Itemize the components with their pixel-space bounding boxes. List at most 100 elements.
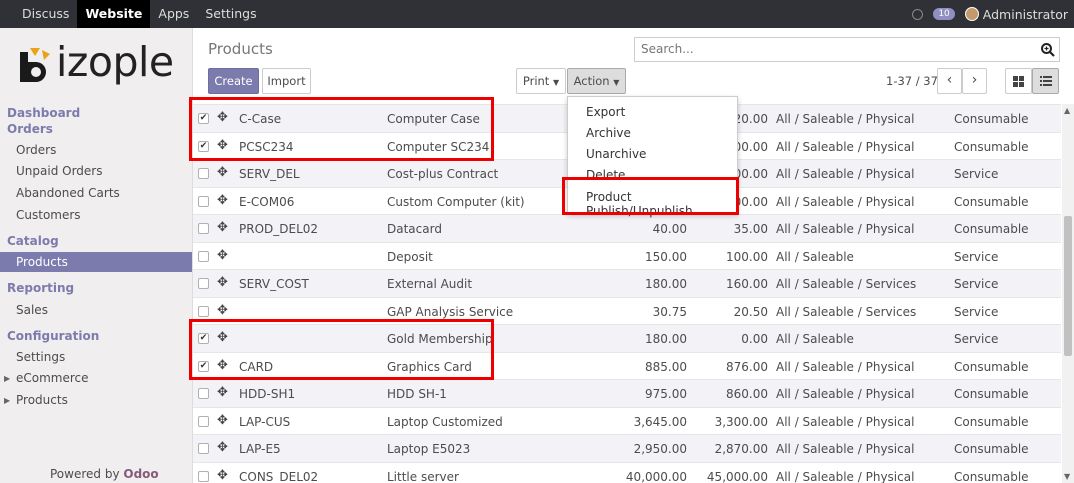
create-button[interactable]: Create [208,68,259,94]
action-menu-unarchive[interactable]: Unarchive [586,147,646,161]
row-checkbox[interactable] [198,470,209,482]
drag-handle-icon[interactable]: ✥ [217,220,228,235]
table-row[interactable]: ✥ Deposit 150.00 100.00 All / Saleable Servic… [193,241,1061,270]
sidebar-section-configuration[interactable]: Configuration [7,329,99,343]
scrollbar[interactable]: ▲ ▼ [1062,104,1074,483]
action-menu-archive[interactable]: Archive [586,126,631,140]
cell-category: All / Saleable / Physical [776,112,915,126]
search-icon[interactable] [1040,42,1055,57]
action-label: Action [573,74,610,88]
cell-category: All / Saleable / Physical [776,359,915,374]
sidebar-section-reporting[interactable]: Reporting [7,281,74,295]
cell-product-type: Service [954,249,999,264]
scroll-down-icon[interactable]: ▼ [1064,472,1070,481]
drag-handle-icon[interactable]: ✥ [217,440,228,455]
search-box [634,37,1060,62]
odoo-link[interactable]: Odoo [123,467,158,481]
drag-handle-icon[interactable]: ✥ [217,413,228,428]
cell-product-type: Consumable [954,222,1029,236]
table-row[interactable]: ✥ LAP-CUS Laptop Customized 3,645.00 3,300.0… [193,406,1061,435]
pager-value[interactable]: 1-37 / 37 [886,74,938,88]
row-checkbox[interactable] [198,443,209,454]
cell-product-type: Service [954,304,999,319]
search-input[interactable] [635,38,1015,60]
cell-name: Deposit [387,249,433,264]
powered-by-label: Powered by [50,467,120,481]
sidebar-item-settings[interactable]: Settings [16,350,65,364]
cell-sales-price: 3,645.00 [633,414,687,429]
row-checkbox[interactable] [198,195,209,207]
activity-clock-icon[interactable] [912,8,924,20]
row-checkbox[interactable] [198,415,209,427]
table-row[interactable]: ✥ LAP-E5 Laptop E5023 2,950.00 2,870.00 All /… [193,434,1061,462]
caret-down-icon: ▼ [613,78,620,87]
row-checkbox[interactable] [198,223,209,234]
kanban-view-button[interactable] [1005,68,1032,94]
drag-handle-icon[interactable]: ✥ [217,275,228,290]
scrollbar-thumb[interactable] [1064,216,1072,356]
chat-icon[interactable]: 10 [933,8,955,20]
sidebar-section-catalog[interactable]: Catalog [7,234,59,248]
drag-handle-icon[interactable]: ✥ [217,303,228,318]
app-menu: Discuss Website Apps Settings [14,0,265,28]
action-dropdown-button[interactable]: Action ▼ [567,68,626,94]
drag-handle-icon[interactable]: ✥ [217,193,228,208]
list-view-button[interactable] [1032,68,1059,94]
cell-cost: 876.00 [726,359,768,374]
cell-name: GAP Analysis Service [387,304,514,319]
cell-category: All / Saleable / Physical [776,442,915,456]
sidebar-item-products[interactable]: Products [0,252,192,272]
menu-website[interactable]: Website [77,0,151,28]
sidebar-item-sales[interactable]: Sales [16,303,48,317]
cell-internal-reference: SERV_DEL [239,167,300,181]
sidebar-item-unpaid-orders[interactable]: Unpaid Orders [16,164,102,178]
cell-category: All / Saleable / Physical [776,469,915,483]
chat-count-badge: 10 [933,8,955,20]
import-button[interactable]: Import [262,68,311,94]
sidebar-item-customers[interactable]: Customers [16,208,81,222]
cell-name: Cost-plus Contract [387,167,499,181]
sidebar-item-ecommerce[interactable]: eCommerce [16,371,89,385]
user-menu[interactable]: Administrator [964,7,1068,22]
menu-discuss[interactable]: Discuss [14,0,77,28]
cell-cost: 20.50 [733,304,768,319]
action-menu-delete[interactable]: Delete [586,168,625,177]
cell-name: Laptop Customized [387,414,503,429]
cell-product-type: Consumable [954,469,1029,483]
menu-settings[interactable]: Settings [197,0,264,28]
cell-internal-reference: HDD-SH1 [239,387,296,401]
sidebar-section-dashboard[interactable]: Dashboard [7,106,80,120]
print-dropdown-button[interactable]: Print ▼ [516,68,566,94]
cell-category: All / Saleable [776,332,854,346]
cell-cost: 35.00 [733,222,768,236]
cell-name: Custom Computer (kit) [387,194,525,209]
list-icon [1039,76,1052,86]
sidebar-item-abandoned-carts[interactable]: Abandoned Carts [16,186,120,200]
sidebar-item-products-config[interactable]: Products [16,393,68,407]
table-row[interactable]: ✥ PROD_DEL02 Datacard 40.00 35.00 All / Salea… [193,214,1061,242]
menu-apps[interactable]: Apps [150,0,197,28]
row-checkbox[interactable] [198,250,209,262]
row-checkbox[interactable] [198,168,209,179]
drag-handle-icon[interactable]: ✥ [217,248,228,263]
scroll-up-icon[interactable]: ▲ [1064,106,1070,115]
drag-handle-icon[interactable]: ✥ [217,468,228,483]
row-checkbox[interactable] [198,305,209,317]
cell-cost: 45,000.00 [706,469,768,483]
table-row[interactable]: ✥ HDD-SH1 HDD SH-1 975.00 860.00 All / Saleab… [193,379,1061,407]
sidebar-section-orders[interactable]: Orders [7,122,53,136]
drag-handle-icon[interactable]: ✥ [217,385,228,400]
company-logo[interactable]: izople [16,38,176,94]
pager-previous-button[interactable]: ‹ [937,68,962,94]
row-checkbox[interactable] [198,388,209,399]
table-row[interactable]: ✥ CONS_DEL02 Little server 40,000.00 45,000.… [193,461,1061,483]
row-checkbox[interactable] [198,278,209,289]
cell-product-type: Consumable [954,139,1029,154]
highlight-box [189,97,494,161]
drag-handle-icon[interactable]: ✥ [217,165,228,180]
action-menu-export[interactable]: Export [586,105,625,119]
sidebar-item-orders[interactable]: Orders [16,143,56,157]
pager-next-button[interactable]: › [962,68,987,94]
top-navbar: Discuss Website Apps Settings 10 Adminis… [0,0,1074,28]
table-row[interactable]: ✥ SERV_COST External Audit 180.00 160.00 All … [193,269,1061,297]
